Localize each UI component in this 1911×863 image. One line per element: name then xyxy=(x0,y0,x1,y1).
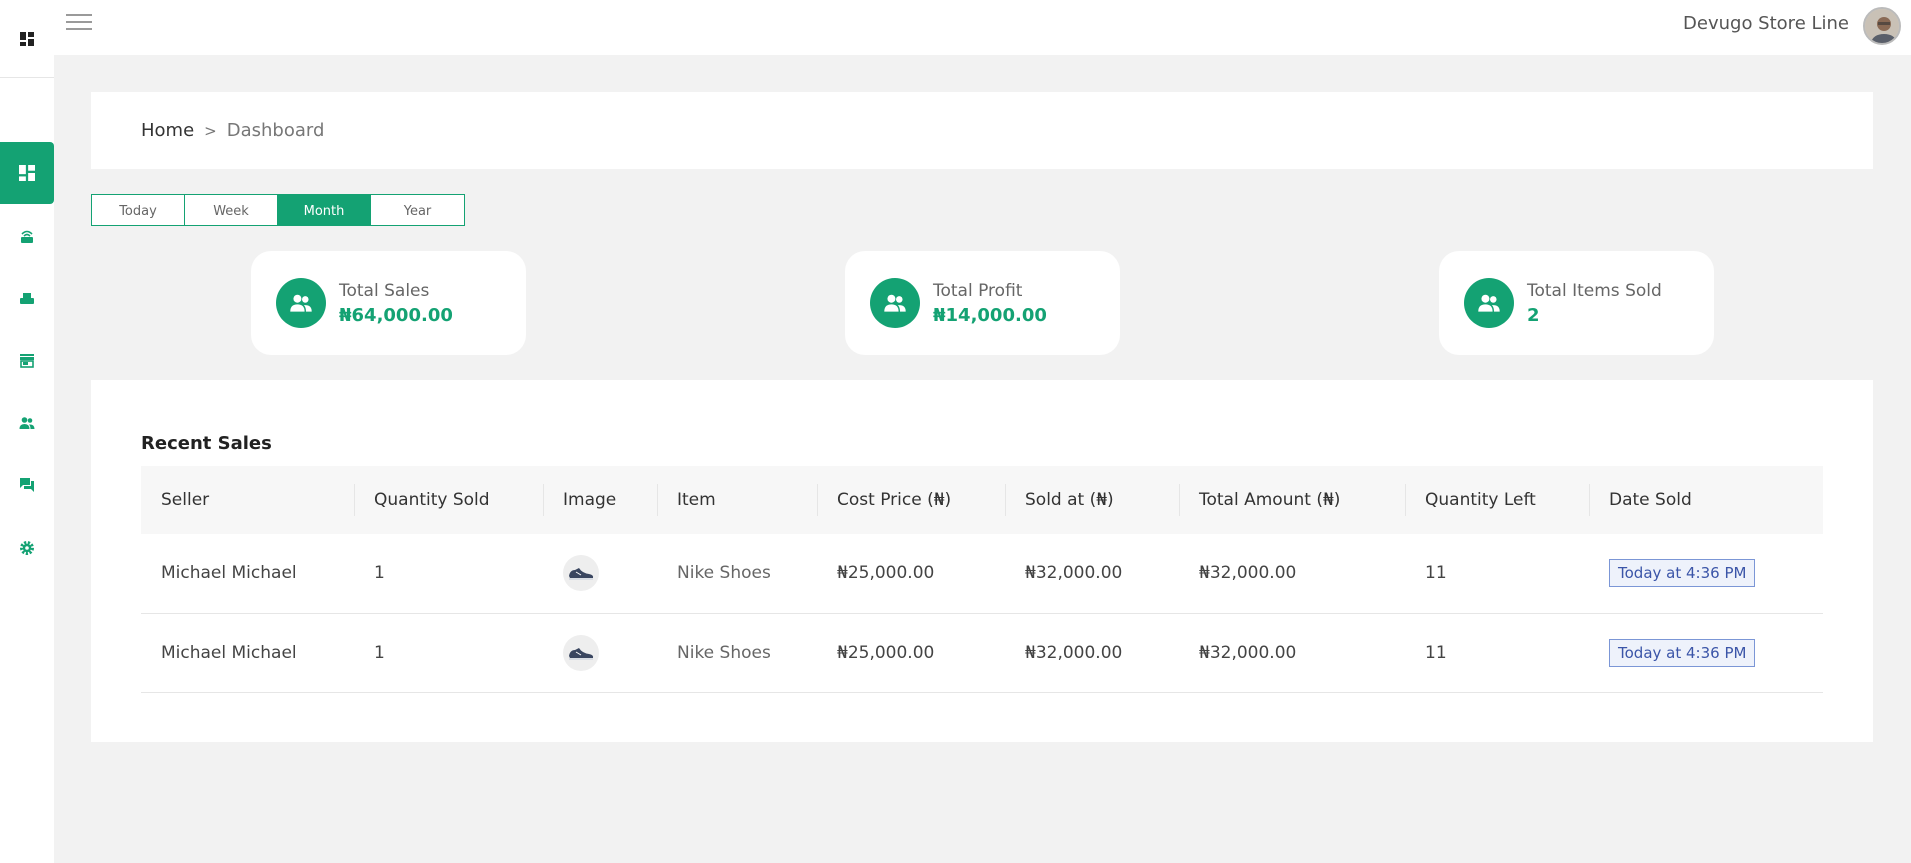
stat-label: Total Items Sold xyxy=(1527,280,1662,301)
sidebar-item-settings[interactable] xyxy=(0,517,54,579)
topbar: Devugo Store Line xyxy=(54,0,1911,55)
quantity-sold-cell: 1 xyxy=(374,642,385,663)
date-sold-cell: Today at 4:36 PM xyxy=(1589,613,1823,692)
sold-at-cell: ₦32,000.00 xyxy=(1025,563,1123,584)
store-icon xyxy=(20,354,34,368)
quantity-left-cell: 11 xyxy=(1425,642,1447,663)
router-icon xyxy=(21,230,33,243)
column-header[interactable]: Cost Price (₦) xyxy=(817,466,1005,534)
quantity-left-cell: 11 xyxy=(1425,563,1447,584)
table-row[interactable]: Michael Michael 1 Nike Shoes ₦25,000.00 … xyxy=(141,613,1823,692)
stat-card-total-profit: Total Profit ₦14,000.00 xyxy=(845,251,1120,355)
sidebar-item-store[interactable] xyxy=(0,329,54,391)
hamburger-icon xyxy=(66,14,92,16)
sidebar-item-inventory[interactable] xyxy=(0,267,54,329)
tab-today[interactable]: Today xyxy=(92,195,185,225)
date-badge: Today at 4:36 PM xyxy=(1609,638,1756,667)
seller-cell: Michael Michael xyxy=(161,642,297,663)
tab-month[interactable]: Month xyxy=(278,195,371,225)
chat-icon xyxy=(20,478,34,492)
tab-year[interactable]: Year xyxy=(371,195,464,225)
stat-label: Total Sales xyxy=(339,280,430,301)
section-title: Recent Sales xyxy=(141,433,272,454)
total-amount-cell: ₦32,000.00 xyxy=(1199,563,1297,584)
column-header[interactable]: Quantity Sold xyxy=(354,466,543,534)
breadcrumb: Home > Dashboard xyxy=(91,92,1873,169)
avatar[interactable] xyxy=(1863,7,1901,45)
quantity-sold-cell: 1 xyxy=(374,563,385,584)
date-sold-cell: Today at 4:36 PM xyxy=(1589,534,1823,613)
sidebar-item-users[interactable] xyxy=(0,392,54,454)
column-header[interactable]: Sold at (₦) xyxy=(1005,466,1179,534)
recent-sales-card: Recent Sales Seller Quantity Sold Image … xyxy=(91,380,1873,742)
item-cell: Nike Shoes xyxy=(677,563,771,584)
shoe-icon[interactable] xyxy=(563,634,599,671)
logo-icon xyxy=(20,31,34,46)
column-header[interactable]: Image xyxy=(543,466,657,534)
sidebar-item-devices[interactable] xyxy=(0,205,54,267)
users-icon xyxy=(276,278,326,328)
cost-price-cell: ₦25,000.00 xyxy=(837,563,935,584)
image-cell xyxy=(543,534,657,613)
app-logo[interactable] xyxy=(0,0,54,78)
column-header[interactable]: Total Amount (₦) xyxy=(1179,466,1405,534)
store-name[interactable]: Devugo Store Line xyxy=(1683,13,1849,34)
recent-sales-table: Seller Quantity Sold Image Item Cost Pri… xyxy=(141,466,1823,693)
column-header[interactable]: Item xyxy=(657,466,817,534)
gear-icon xyxy=(20,541,34,555)
stat-label: Total Profit xyxy=(933,280,1023,301)
hamburger-icon-line xyxy=(66,21,92,23)
image-cell xyxy=(543,613,657,692)
users-icon xyxy=(870,278,920,328)
table-row[interactable]: Michael Michael 1 Nike Shoes ₦25,000.00 … xyxy=(141,534,1823,613)
menu-toggle-button[interactable] xyxy=(66,14,92,34)
inventory-icon xyxy=(20,293,34,304)
total-amount-cell: ₦32,000.00 xyxy=(1199,642,1297,663)
period-filter: Today Week Month Year xyxy=(91,194,465,226)
dashboard-icon xyxy=(19,165,35,181)
breadcrumb-separator: > xyxy=(204,121,217,140)
column-header[interactable]: Quantity Left xyxy=(1405,466,1589,534)
hamburger-icon-line xyxy=(66,28,92,30)
users-icon xyxy=(19,417,35,429)
stat-card-total-sales: Total Sales ₦64,000.00 xyxy=(251,251,526,355)
user-avatar-icon xyxy=(1865,9,1899,43)
stat-card-total-items-sold: Total Items Sold 2 xyxy=(1439,251,1714,355)
tab-week[interactable]: Week xyxy=(185,195,278,225)
shoe-icon[interactable] xyxy=(563,555,599,592)
stat-value: 2 xyxy=(1527,304,1540,326)
breadcrumb-current: Dashboard xyxy=(226,120,325,141)
table-header-row: Seller Quantity Sold Image Item Cost Pri… xyxy=(141,466,1823,534)
sidebar-item-dashboard[interactable] xyxy=(0,142,54,204)
sidebar-item-messages[interactable] xyxy=(0,454,54,516)
stat-value: ₦14,000.00 xyxy=(933,304,1047,326)
column-header[interactable]: Seller xyxy=(141,466,354,534)
date-badge: Today at 4:36 PM xyxy=(1609,559,1756,588)
stat-value: ₦64,000.00 xyxy=(339,304,453,326)
users-icon xyxy=(1464,278,1514,328)
seller-cell: Michael Michael xyxy=(161,563,297,584)
sidebar xyxy=(0,0,54,863)
item-cell: Nike Shoes xyxy=(677,642,771,663)
breadcrumb-home-link[interactable]: Home xyxy=(141,120,194,141)
column-header[interactable]: Date Sold xyxy=(1589,466,1823,534)
sold-at-cell: ₦32,000.00 xyxy=(1025,642,1123,663)
cost-price-cell: ₦25,000.00 xyxy=(837,642,935,663)
